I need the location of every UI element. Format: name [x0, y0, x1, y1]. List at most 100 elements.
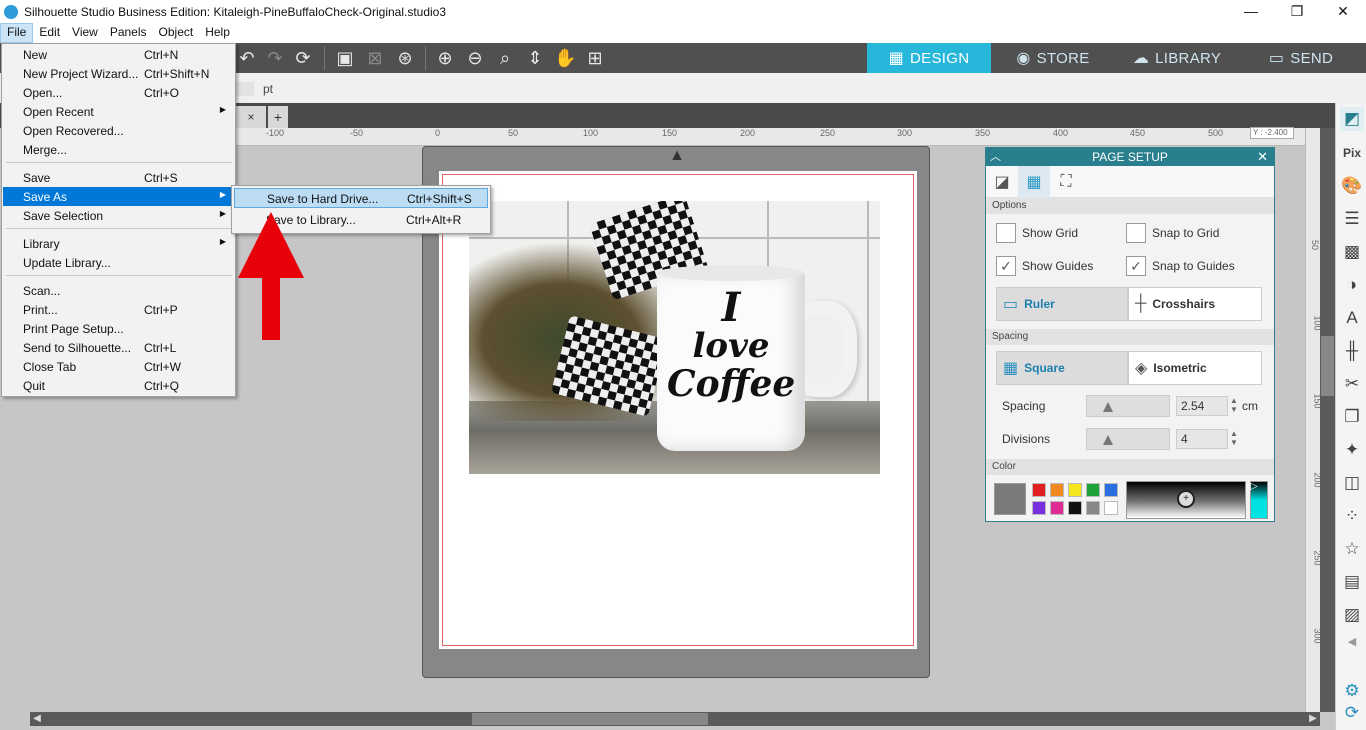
- ruler-toggle[interactable]: ▭ Ruler: [996, 287, 1128, 321]
- menu-item-close-tab[interactable]: Close Tab Ctrl+W: [3, 357, 234, 376]
- menu-item-print[interactable]: Print... Ctrl+P: [3, 300, 234, 319]
- color-swatch[interactable]: [1068, 483, 1082, 497]
- grid-tab-icon[interactable]: ▦: [1018, 166, 1050, 198]
- restore-button[interactable]: ❐: [1274, 0, 1320, 23]
- redo-icon[interactable]: ↷: [264, 48, 286, 68]
- slider-knob[interactable]: [1103, 402, 1113, 412]
- new-tab-button[interactable]: +: [268, 106, 288, 128]
- vertical-scrollbar[interactable]: [1320, 128, 1335, 712]
- zoom-out-icon[interactable]: ⊖: [464, 48, 486, 68]
- color-swatch[interactable]: [1068, 501, 1082, 515]
- hue-slider[interactable]: ▷: [1250, 481, 1268, 519]
- scroll-left-icon[interactable]: ◀: [30, 712, 44, 726]
- spacing-slider[interactable]: [1086, 395, 1170, 417]
- menu-item-print-page-setup[interactable]: Print Page Setup...: [3, 319, 234, 338]
- zoom-in-icon[interactable]: ⊕: [434, 48, 456, 68]
- coffee-mug-photo[interactable]: I love Coffee: [469, 201, 880, 474]
- show-grid-checkbox[interactable]: [996, 223, 1016, 243]
- menu-view[interactable]: View: [66, 23, 104, 43]
- current-grid-color[interactable]: [994, 483, 1026, 515]
- color-swatch[interactable]: [1104, 483, 1118, 497]
- star-favorites-icon[interactable]: ☆: [1340, 537, 1364, 561]
- menu-item-open[interactable]: Open... Ctrl+O: [3, 83, 234, 102]
- slider-knob[interactable]: [1103, 435, 1113, 445]
- close-panel-icon[interactable]: ✕: [1257, 148, 1268, 166]
- close-document-tab[interactable]: ×: [236, 106, 266, 128]
- menu-item-merge[interactable]: Merge...: [3, 140, 234, 159]
- tab-design[interactable]: ▦ DESIGN: [867, 43, 991, 73]
- menu-file[interactable]: File: [0, 23, 34, 43]
- spacing-input[interactable]: 2.54: [1176, 396, 1228, 416]
- menu-edit[interactable]: Edit: [33, 23, 66, 43]
- replicate-icon[interactable]: ❐: [1340, 405, 1364, 429]
- redraw-icon[interactable]: ⟳: [292, 48, 314, 68]
- menu-item-open-recent[interactable]: Open Recent ▶: [3, 102, 234, 121]
- scroll-right-icon[interactable]: ▶: [1306, 712, 1320, 726]
- zoom-select-icon[interactable]: ⌕: [494, 48, 516, 68]
- color-swatch[interactable]: [1086, 483, 1100, 497]
- horizontal-scrollbar[interactable]: ◀ ▶: [30, 712, 1320, 726]
- modify-icon[interactable]: ✦: [1340, 438, 1364, 462]
- tab-send[interactable]: ▭ SEND: [1239, 43, 1363, 73]
- sync-icon[interactable]: ⟳: [1340, 701, 1364, 725]
- color-swatch[interactable]: [1050, 483, 1064, 497]
- menu-item-send-to-silhouette[interactable]: Send to Silhouette... Ctrl+L: [3, 338, 234, 357]
- snap-to-grid-checkbox[interactable]: [1126, 223, 1146, 243]
- show-grid-option[interactable]: Show Grid: [996, 223, 1078, 243]
- menu-item-update-library[interactable]: Update Library...: [3, 253, 234, 272]
- color-swatch[interactable]: [1050, 501, 1064, 515]
- settings-gear-icon[interactable]: ⚙: [1340, 679, 1364, 703]
- collapse-arrow-icon[interactable]: ◀: [1340, 630, 1364, 654]
- menu-item-new-project-wizard[interactable]: New Project Wizard... Ctrl+Shift+N: [3, 64, 234, 83]
- snap-to-guides-checkbox[interactable]: ✓: [1126, 256, 1146, 276]
- minimize-button[interactable]: —: [1228, 0, 1274, 23]
- transparency-icon[interactable]: ◑: [1340, 273, 1364, 297]
- collapse-icon[interactable]: ︿: [990, 148, 1001, 166]
- page-setup-icon[interactable]: ◩: [1340, 107, 1364, 131]
- align-icon[interactable]: ╫: [1340, 339, 1364, 363]
- image-effects-icon[interactable]: ▩: [1340, 240, 1364, 264]
- snap-to-grid-option[interactable]: Snap to Grid: [1126, 223, 1219, 243]
- hatch-icon[interactable]: ▨: [1340, 603, 1364, 627]
- hue-pointer-icon[interactable]: ▷: [1250, 481, 1258, 492]
- spacing-stepper[interactable]: ▲ ▼: [1230, 396, 1238, 414]
- compound-path-icon[interactable]: ⊛: [394, 48, 416, 68]
- close-window-button[interactable]: ✕: [1320, 0, 1366, 23]
- pixscan-icon[interactable]: Pix: [1340, 141, 1364, 165]
- menu-item-save-selection[interactable]: Save Selection ▶: [3, 206, 234, 225]
- tab-library[interactable]: ☁ LIBRARY: [1115, 43, 1239, 73]
- menu-item-quit[interactable]: Quit Ctrl+Q: [3, 376, 234, 395]
- show-guides-checkbox[interactable]: ✓: [996, 256, 1016, 276]
- menu-item-scan[interactable]: Scan...: [3, 281, 234, 300]
- menu-item-save-as[interactable]: Save As ▶: [3, 187, 234, 206]
- sketch-icon[interactable]: ⁘: [1340, 504, 1364, 528]
- text-style-icon[interactable]: A: [1340, 306, 1364, 330]
- color-picker-crosshair-icon[interactable]: +: [1177, 490, 1195, 508]
- color-gradient-picker[interactable]: +: [1126, 481, 1246, 519]
- undo-icon[interactable]: ↶: [236, 48, 258, 68]
- menu-item-save-to-hard-drive[interactable]: Save to Hard Drive... Ctrl+Shift+S: [234, 188, 488, 208]
- menu-object[interactable]: Object: [153, 23, 200, 43]
- color-swatch[interactable]: [1104, 501, 1118, 515]
- scroll-thumb[interactable]: [1321, 336, 1334, 396]
- isometric-grid-toggle[interactable]: ◈ Isometric: [1128, 351, 1262, 385]
- menu-help[interactable]: Help: [199, 23, 236, 43]
- scroll-thumb[interactable]: [472, 713, 708, 725]
- show-guides-option[interactable]: ✓ Show Guides: [996, 256, 1093, 276]
- color-swatch[interactable]: [1086, 501, 1100, 515]
- fit-window-icon[interactable]: ⊞: [584, 48, 606, 68]
- color-swatch[interactable]: [1032, 501, 1046, 515]
- tab-store[interactable]: ◉ STORE: [991, 43, 1115, 73]
- fill-palette-icon[interactable]: 🎨: [1340, 174, 1364, 198]
- menu-item-save[interactable]: Save Ctrl+S: [3, 168, 234, 187]
- trace-icon[interactable]: ◫: [1340, 471, 1364, 495]
- knife-icon[interactable]: ✂: [1340, 372, 1364, 396]
- menu-item-open-recovered[interactable]: Open Recovered...: [3, 121, 234, 140]
- divisions-slider[interactable]: [1086, 428, 1170, 450]
- menu-item-library[interactable]: Library ▶: [3, 234, 234, 253]
- divisions-stepper[interactable]: ▲ ▼: [1230, 429, 1238, 447]
- snap-to-guides-option[interactable]: ✓ Snap to Guides: [1126, 256, 1235, 276]
- layers-icon[interactable]: ▤: [1340, 570, 1364, 594]
- page-size-tab-icon[interactable]: ◪: [986, 166, 1018, 198]
- ungroup-icon[interactable]: ⊠: [364, 48, 386, 68]
